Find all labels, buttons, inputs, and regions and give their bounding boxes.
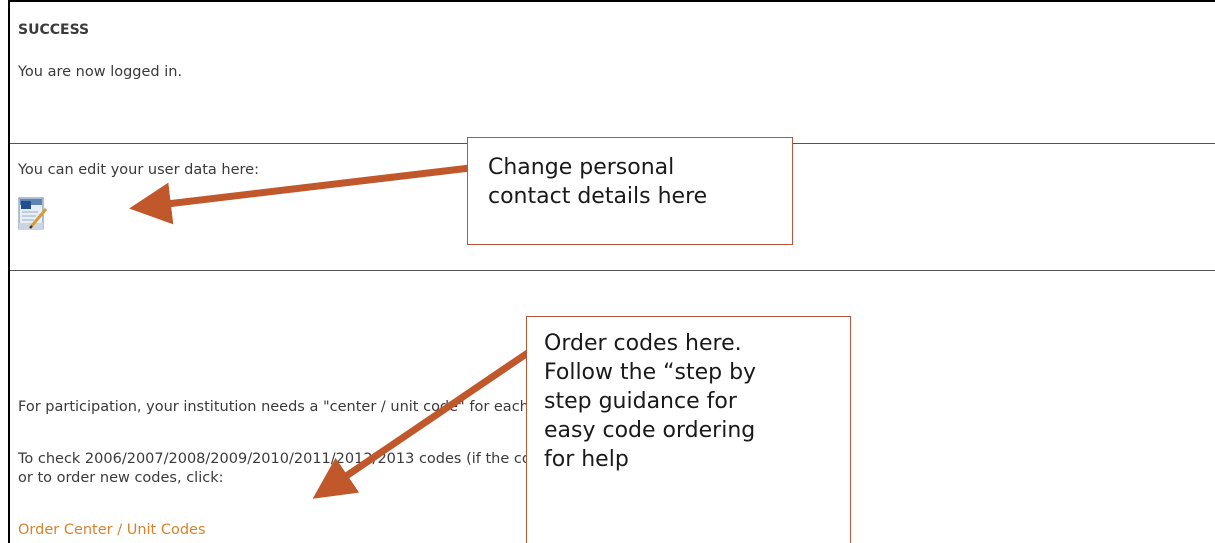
callout-order-line3: step guidance for <box>544 389 737 414</box>
callout-personal-details: Change personal contact details here <box>467 137 793 245</box>
arrow-to-order-link <box>312 345 537 499</box>
callout-order-line2: Follow the “step by <box>544 360 757 385</box>
callout-personal-line1: Change personal <box>488 155 675 180</box>
callout-order-line5: for help <box>544 447 629 472</box>
callout-order-line1: Order codes here. <box>544 331 742 356</box>
callout-order-codes: Order codes here. Follow the “step by st… <box>526 316 851 543</box>
callout-personal-line2: contact details here <box>488 184 708 209</box>
arrow-to-edit-icon <box>129 164 471 225</box>
callout-order-line4: easy code ordering <box>544 418 756 443</box>
